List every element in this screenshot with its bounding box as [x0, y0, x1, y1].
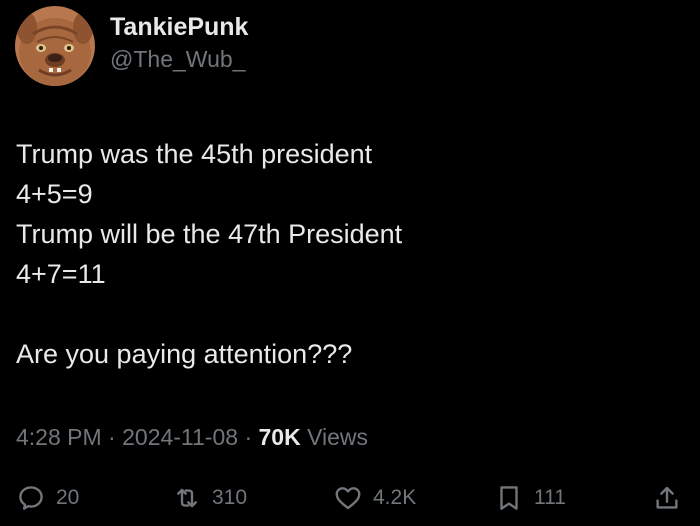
- tweet-time[interactable]: 4:28 PM: [16, 424, 102, 450]
- like-count: 4.2K: [373, 486, 417, 509]
- avatar[interactable]: [15, 6, 95, 86]
- author-display-name[interactable]: TankiePunk: [110, 12, 248, 42]
- tweet-line: Are you paying attention???: [16, 339, 353, 369]
- repost-icon: [177, 488, 197, 508]
- action-bar: 20 310 4.2K 111: [0, 478, 700, 518]
- tweet-meta: 4:28 PM · 2024-11-08 · 70K Views: [16, 422, 368, 452]
- tweet-header: TankiePunk @The_Wub_: [15, 6, 248, 86]
- tweet-line: 4+5=9: [16, 179, 93, 209]
- tweet-text: Trump was the 45th president 4+5=9 Trump…: [16, 134, 676, 374]
- dog-avatar-image: [15, 6, 95, 86]
- meta-separator: ·: [244, 424, 253, 450]
- like-button[interactable]: 4.2K: [333, 478, 416, 518]
- bookmark-button[interactable]: 111: [494, 478, 566, 518]
- share-button[interactable]: [652, 478, 682, 518]
- heart-icon: [335, 487, 361, 510]
- share-icon: [656, 486, 678, 509]
- bookmark-icon: [500, 486, 518, 510]
- views-count: 70K: [258, 424, 301, 450]
- tweet-line: Trump will be the 47th President: [16, 219, 403, 249]
- tweet-date[interactable]: 2024-11-08: [122, 424, 238, 450]
- repost-button[interactable]: 310: [172, 478, 247, 518]
- reply-icon: [19, 486, 43, 510]
- bookmark-count: 111: [534, 486, 566, 509]
- reply-count: 20: [56, 486, 80, 509]
- author-handle[interactable]: @The_Wub_: [110, 44, 248, 74]
- tweet-line: 4+7=11: [16, 259, 106, 289]
- reply-button[interactable]: 20: [16, 478, 79, 518]
- author-names: TankiePunk @The_Wub_: [110, 12, 248, 74]
- repost-count: 310: [212, 486, 248, 509]
- views-label: Views: [307, 424, 369, 450]
- meta-separator: ·: [108, 424, 116, 450]
- tweet-line: Trump was the 45th president: [16, 139, 373, 169]
